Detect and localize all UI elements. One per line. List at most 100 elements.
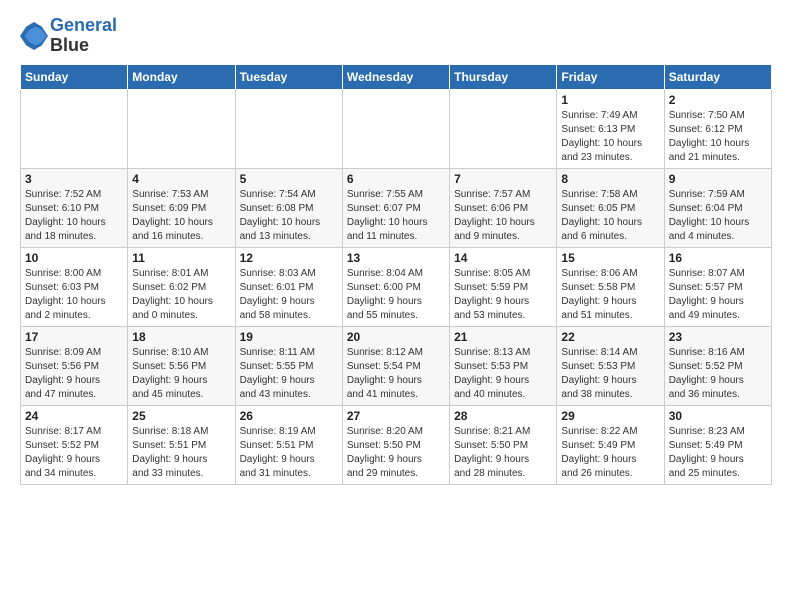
day-cell <box>21 89 128 168</box>
day-number: 7 <box>454 172 552 186</box>
calendar-table: SundayMondayTuesdayWednesdayThursdayFrid… <box>20 64 772 485</box>
week-row-0: 1 Sunrise: 7:49 AMSunset: 6:13 PMDaylight… <box>21 89 772 168</box>
day-info: Sunrise: 8:20 AMSunset: 5:50 PMDaylight:… <box>347 425 445 481</box>
day-info: Sunrise: 8:07 AMSunset: 5:57 PMDaylight:… <box>669 267 767 323</box>
day-cell: 25Sunrise: 8:18 AMSunset: 5:51 PMDayligh… <box>128 405 235 484</box>
day-number: 20 <box>347 330 445 344</box>
day-cell: 19 Sunrise: 8:11 AMSunset: 5:55 PMDayligh… <box>235 326 342 405</box>
header-friday: Friday <box>557 64 664 89</box>
day-cell: 14 Sunrise: 8:05 AMSunset: 5:59 PMDayligh… <box>450 247 557 326</box>
day-info: Sunrise: 8:14 AMSunset: 5:53 PMDaylight:… <box>561 346 659 402</box>
header-wednesday: Wednesday <box>342 64 449 89</box>
day-cell <box>450 89 557 168</box>
day-number: 18 <box>132 330 230 344</box>
day-cell: 4 Sunrise: 7:53 AMSunset: 6:09 PMDaylight… <box>128 168 235 247</box>
day-info: Sunrise: 8:01 AMSunset: 6:02 PMDaylight:… <box>132 267 230 323</box>
day-number: 4 <box>132 172 230 186</box>
header-monday: Monday <box>128 64 235 89</box>
week-row-3: 17 Sunrise: 8:09 AMSunset: 5:56 PMDayligh… <box>21 326 772 405</box>
day-info: Sunrise: 8:19 AMSunset: 5:51 PMDaylight:… <box>240 425 338 481</box>
day-info: Sunrise: 8:12 AMSunset: 5:54 PMDaylight:… <box>347 346 445 402</box>
day-cell: 18 Sunrise: 8:10 AMSunset: 5:56 PMDayligh… <box>128 326 235 405</box>
day-cell: 17 Sunrise: 8:09 AMSunset: 5:56 PMDayligh… <box>21 326 128 405</box>
week-row-1: 3 Sunrise: 7:52 AMSunset: 6:10 PMDaylight… <box>21 168 772 247</box>
day-number: 6 <box>347 172 445 186</box>
day-info: Sunrise: 7:58 AMSunset: 6:05 PMDaylight:… <box>561 188 659 244</box>
day-info: Sunrise: 8:05 AMSunset: 5:59 PMDaylight:… <box>454 267 552 323</box>
day-cell: 11 Sunrise: 8:01 AMSunset: 6:02 PMDayligh… <box>128 247 235 326</box>
day-cell <box>235 89 342 168</box>
day-cell: 21 Sunrise: 8:13 AMSunset: 5:53 PMDayligh… <box>450 326 557 405</box>
day-number: 15 <box>561 251 659 265</box>
day-cell: 6 Sunrise: 7:55 AMSunset: 6:07 PMDaylight… <box>342 168 449 247</box>
day-number: 8 <box>561 172 659 186</box>
day-number: 11 <box>132 251 230 265</box>
day-cell: 24 Sunrise: 8:17 AMSunset: 5:52 PMDayligh… <box>21 405 128 484</box>
day-cell: 10 Sunrise: 8:00 AMSunset: 6:03 PMDayligh… <box>21 247 128 326</box>
header-thursday: Thursday <box>450 64 557 89</box>
day-cell: 20 Sunrise: 8:12 AMSunset: 5:54 PMDayligh… <box>342 326 449 405</box>
day-cell: 1 Sunrise: 7:49 AMSunset: 6:13 PMDaylight… <box>557 89 664 168</box>
day-cell: 7 Sunrise: 7:57 AMSunset: 6:06 PMDaylight… <box>450 168 557 247</box>
day-cell: 12Sunrise: 8:03 AMSunset: 6:01 PMDayligh… <box>235 247 342 326</box>
day-cell: 22 Sunrise: 8:14 AMSunset: 5:53 PMDayligh… <box>557 326 664 405</box>
day-cell: 3 Sunrise: 7:52 AMSunset: 6:10 PMDaylight… <box>21 168 128 247</box>
header-row: SundayMondayTuesdayWednesdayThursdayFrid… <box>21 64 772 89</box>
day-info: Sunrise: 8:04 AMSunset: 6:00 PMDaylight:… <box>347 267 445 323</box>
header-saturday: Saturday <box>664 64 771 89</box>
header-tuesday: Tuesday <box>235 64 342 89</box>
day-info: Sunrise: 8:09 AMSunset: 5:56 PMDaylight:… <box>25 346 123 402</box>
day-info: Sunrise: 8:06 AMSunset: 5:58 PMDaylight:… <box>561 267 659 323</box>
logo: General Blue <box>20 16 117 56</box>
day-number: 14 <box>454 251 552 265</box>
day-number: 17 <box>25 330 123 344</box>
day-info: Sunrise: 8:23 AMSunset: 5:49 PMDaylight:… <box>669 425 767 481</box>
day-cell <box>128 89 235 168</box>
day-info: Sunrise: 8:10 AMSunset: 5:56 PMDaylight:… <box>132 346 230 402</box>
day-cell: 13 Sunrise: 8:04 AMSunset: 6:00 PMDayligh… <box>342 247 449 326</box>
day-info: Sunrise: 8:21 AMSunset: 5:50 PMDaylight:… <box>454 425 552 481</box>
day-cell: 2Sunrise: 7:50 AMSunset: 6:12 PMDaylight… <box>664 89 771 168</box>
day-number: 19 <box>240 330 338 344</box>
day-info: Sunrise: 7:55 AMSunset: 6:07 PMDaylight:… <box>347 188 445 244</box>
day-number: 21 <box>454 330 552 344</box>
day-number: 1 <box>561 93 659 107</box>
day-info: Sunrise: 8:13 AMSunset: 5:53 PMDaylight:… <box>454 346 552 402</box>
header-sunday: Sunday <box>21 64 128 89</box>
day-number: 9 <box>669 172 767 186</box>
day-cell: 5Sunrise: 7:54 AMSunset: 6:08 PMDaylight… <box>235 168 342 247</box>
day-cell: 16Sunrise: 8:07 AMSunset: 5:57 PMDayligh… <box>664 247 771 326</box>
day-info: Sunrise: 8:18 AMSunset: 5:51 PMDaylight:… <box>132 425 230 481</box>
day-number: 23 <box>669 330 767 344</box>
day-info: Sunrise: 8:00 AMSunset: 6:03 PMDaylight:… <box>25 267 123 323</box>
day-info: Sunrise: 8:16 AMSunset: 5:52 PMDaylight:… <box>669 346 767 402</box>
day-number: 27 <box>347 409 445 423</box>
logo-text: General Blue <box>50 16 117 56</box>
day-info: Sunrise: 7:49 AMSunset: 6:13 PMDaylight:… <box>561 109 659 165</box>
day-number: 22 <box>561 330 659 344</box>
day-cell: 9 Sunrise: 7:59 AMSunset: 6:04 PMDaylight… <box>664 168 771 247</box>
day-number: 26 <box>240 409 338 423</box>
day-cell: 8 Sunrise: 7:58 AMSunset: 6:05 PMDaylight… <box>557 168 664 247</box>
day-cell: 30 Sunrise: 8:23 AMSunset: 5:49 PMDayligh… <box>664 405 771 484</box>
day-info: Sunrise: 8:03 AMSunset: 6:01 PMDaylight:… <box>240 267 338 323</box>
day-number: 13 <box>347 251 445 265</box>
day-info: Sunrise: 7:52 AMSunset: 6:10 PMDaylight:… <box>25 188 123 244</box>
day-number: 30 <box>669 409 767 423</box>
day-number: 10 <box>25 251 123 265</box>
day-info: Sunrise: 8:17 AMSunset: 5:52 PMDaylight:… <box>25 425 123 481</box>
day-number: 2 <box>669 93 767 107</box>
day-cell: 26 Sunrise: 8:19 AMSunset: 5:51 PMDayligh… <box>235 405 342 484</box>
day-info: Sunrise: 7:59 AMSunset: 6:04 PMDaylight:… <box>669 188 767 244</box>
day-info: Sunrise: 7:57 AMSunset: 6:06 PMDaylight:… <box>454 188 552 244</box>
day-number: 29 <box>561 409 659 423</box>
day-info: Sunrise: 8:22 AMSunset: 5:49 PMDaylight:… <box>561 425 659 481</box>
day-number: 3 <box>25 172 123 186</box>
week-row-4: 24 Sunrise: 8:17 AMSunset: 5:52 PMDayligh… <box>21 405 772 484</box>
day-number: 24 <box>25 409 123 423</box>
day-cell: 28Sunrise: 8:21 AMSunset: 5:50 PMDayligh… <box>450 405 557 484</box>
day-info: Sunrise: 8:11 AMSunset: 5:55 PMDaylight:… <box>240 346 338 402</box>
day-info: Sunrise: 7:53 AMSunset: 6:09 PMDaylight:… <box>132 188 230 244</box>
week-row-2: 10 Sunrise: 8:00 AMSunset: 6:03 PMDayligh… <box>21 247 772 326</box>
logo-icon <box>20 22 48 50</box>
